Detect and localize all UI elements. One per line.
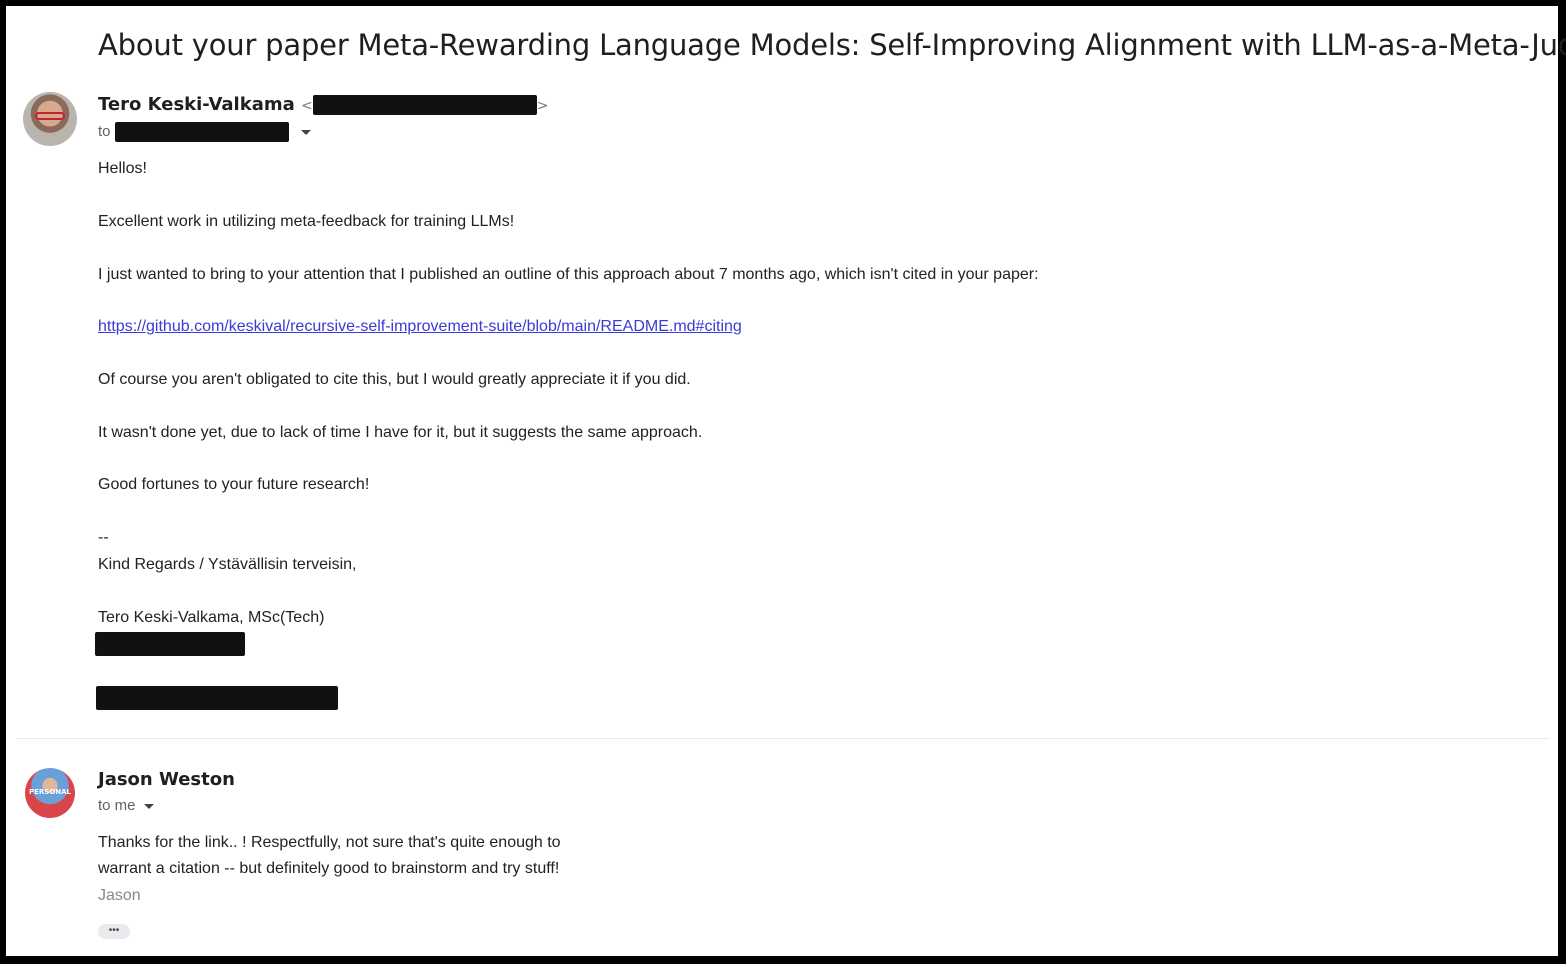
redacted-email xyxy=(96,686,338,710)
body-paragraph: I just wanted to bring to your attention… xyxy=(98,266,1039,283)
avatar[interactable]: PERSONAL xyxy=(25,768,75,818)
chevron-down-icon[interactable] xyxy=(143,803,154,809)
redacted-phone xyxy=(95,632,245,656)
signoff: Jason xyxy=(98,887,141,904)
chevron-down-icon[interactable] xyxy=(300,129,311,135)
body-greeting: Hellos! xyxy=(98,160,147,177)
recipient-line[interactable]: to me xyxy=(98,797,154,814)
body-paragraph: It wasn't done yet, due to lack of time … xyxy=(98,424,703,441)
sender-header: Tero Keski-Valkama < > xyxy=(98,94,549,115)
body-paragraph: Good fortunes to your future research! xyxy=(98,476,370,493)
avatar-glasses xyxy=(35,112,65,120)
body-line: warrant a citation -- but definitely goo… xyxy=(98,860,560,877)
avatar[interactable] xyxy=(23,92,77,146)
message-divider xyxy=(16,738,1550,739)
email-thread: About your paper Meta-Rewarding Language… xyxy=(6,6,1566,956)
show-trimmed-content-button[interactable]: ••• xyxy=(98,924,130,939)
redacted-sender-email xyxy=(312,95,537,115)
signature-separator: -- xyxy=(98,529,109,546)
sender-name[interactable]: Tero Keski-Valkama xyxy=(98,94,295,115)
body-paragraph: Excellent work in utilizing meta-feedbac… xyxy=(98,213,515,230)
signature-line: Kind Regards / Ystävällisin terveisin, xyxy=(98,556,357,573)
body-paragraph: Of course you aren't obligated to cite t… xyxy=(98,371,691,388)
body-line: Thanks for the link.. ! Respectfully, no… xyxy=(98,834,561,851)
avatar-tag: PERSONAL xyxy=(28,788,72,796)
github-link[interactable]: https://github.com/keskival/recursive-se… xyxy=(98,318,742,335)
email-subject: About your paper Meta-Rewarding Language… xyxy=(98,28,1566,62)
to-prefix: to xyxy=(98,122,111,140)
sender-name[interactable]: Jason Weston xyxy=(98,769,235,790)
redacted-recipient xyxy=(114,122,289,142)
recipient-line[interactable]: to xyxy=(98,122,311,142)
to-me-label: to me xyxy=(98,797,136,814)
signature-name: Tero Keski-Valkama, MSc(Tech) xyxy=(98,609,325,626)
